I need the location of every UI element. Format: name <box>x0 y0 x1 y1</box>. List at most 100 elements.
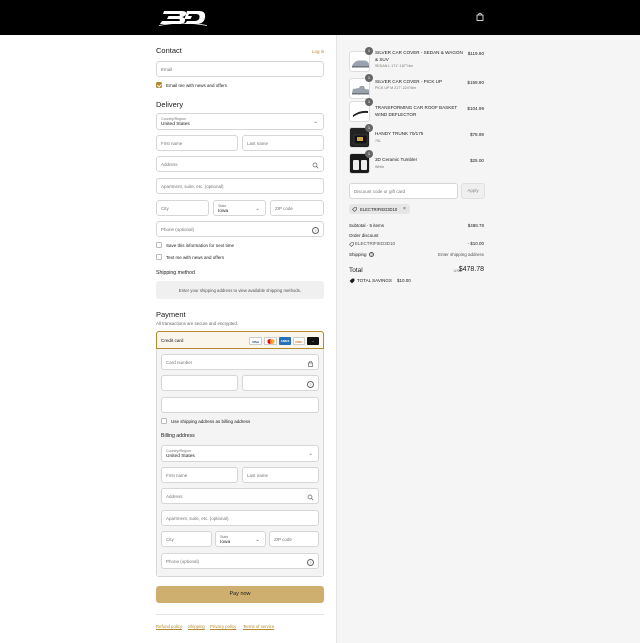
help-icon[interactable]: ? <box>307 558 314 566</box>
close-icon[interactable]: × <box>403 206 406 212</box>
billing-address-field[interactable]: Address <box>161 488 319 504</box>
qty-badge: 1 <box>365 124 373 132</box>
billing-country-select[interactable]: Country/Region United States ⌄ <box>161 445 319 462</box>
order-discount-code: ELECTRIFIED3D10 <box>355 241 396 246</box>
applied-code-chip: ELECTRIFIED3D10 × <box>349 204 410 214</box>
login-link[interactable]: Log in <box>312 49 324 54</box>
item-price: $119.90 <box>467 51 484 56</box>
item-variant: SEDAN L 171"-187"/4m <box>375 64 413 68</box>
name-on-card-field[interactable] <box>161 397 319 413</box>
qty-badge: 1 <box>365 47 373 55</box>
apartment-field[interactable]: Apartment, suite, etc. (optional) <box>156 178 324 194</box>
total-savings-value: $10.00 <box>397 278 411 283</box>
state-value: Iowa <box>218 209 229 214</box>
city-placeholder: City <box>161 206 169 211</box>
order-discount-label: Order discount <box>349 233 379 238</box>
billing-country-value: United States <box>166 454 195 459</box>
item-name: SILVER CAR COVER - SEDAN & WAGON & SUV <box>375 50 463 62</box>
state-select[interactable]: State Iowa ⌄ <box>213 200 266 216</box>
shipping-value: Enter shipping address <box>437 252 484 257</box>
applied-code-text: ELECTRIFIED3D10 <box>360 206 398 212</box>
chevron-down-icon: ⌄ <box>255 205 260 212</box>
billing-country-label: Country/Region <box>166 448 191 453</box>
save-info-checkbox[interactable] <box>156 242 162 248</box>
phone-field[interactable]: Phone (optional) ? <box>156 221 324 237</box>
more-cards-icon: ... <box>307 337 319 345</box>
tag-icon <box>349 278 355 284</box>
chevron-down-icon: ⌄ <box>255 536 260 543</box>
help-icon[interactable]: ? <box>307 380 314 388</box>
billing-city-field[interactable]: City <box>161 531 212 547</box>
billing-first-placeholder: First name <box>166 473 188 478</box>
last-name-field[interactable]: Last name <box>242 135 324 151</box>
card-number-field[interactable]: Card number <box>161 354 319 370</box>
credit-card-option[interactable]: Credit card VISA AMEX DISC ... <box>156 331 324 349</box>
help-icon[interactable]: ? <box>312 226 319 234</box>
address-field[interactable]: Address <box>156 156 324 172</box>
shipping-link[interactable]: Shipping <box>188 624 205 629</box>
billing-apartment-placeholder: Apartment, suite, etc. (optional) <box>166 516 229 521</box>
search-icon <box>312 162 319 169</box>
refund-policy-link[interactable]: Refund policy <box>156 624 182 629</box>
item-price: $25.00 <box>469 158 484 163</box>
billing-state-value: Iowa <box>220 540 231 545</box>
3d-logo[interactable] <box>158 8 208 27</box>
billing-first-name-field[interactable]: First name <box>161 467 238 483</box>
email-field[interactable]: Email <box>156 61 324 77</box>
visa-icon: VISA <box>249 337 262 345</box>
qty-badge: 1 <box>365 74 373 82</box>
billing-address-placeholder: Address <box>166 494 183 499</box>
last-name-placeholder: Last name <box>247 141 269 146</box>
email-placeholder: Email <box>161 67 173 72</box>
apartment-placeholder: Apartment, suite, etc. (optional) <box>161 184 224 189</box>
billing-heading: Billing address <box>161 433 195 439</box>
zip-field[interactable]: ZIP code <box>270 200 324 216</box>
apply-button[interactable]: Apply <box>461 183 485 199</box>
billing-zip-field[interactable]: ZIP code <box>269 531 319 547</box>
shopping-bag-icon[interactable] <box>476 12 484 21</box>
subtotal-label: Subtotal · 5 items <box>349 223 385 228</box>
subtotal-value: $488.78 <box>467 223 484 228</box>
item-name: SILVER CAR COVER - PICK UP <box>375 79 443 84</box>
city-field[interactable]: City <box>156 200 209 216</box>
total-savings-label: TOTAL SAVINGS <box>357 278 392 283</box>
billing-state-select[interactable]: State Iowa ⌄ <box>215 531 266 547</box>
discount-placeholder: Discount code or gift card <box>354 189 406 194</box>
text-news-checkbox[interactable] <box>156 254 162 260</box>
billing-last-placeholder: Last name <box>247 473 269 478</box>
billing-last-name-field[interactable]: Last name <box>242 467 319 483</box>
contact-heading: Contact <box>156 46 182 55</box>
email-news-checkbox[interactable] <box>156 82 162 88</box>
billing-city-placeholder: City <box>166 537 174 542</box>
privacy-policy-link[interactable]: Privacy policy <box>210 624 236 629</box>
discount-code-field[interactable]: Discount code or gift card <box>349 183 458 199</box>
email-news-label: Email me with news and offers <box>166 83 227 88</box>
help-icon[interactable]: ? <box>369 252 374 257</box>
country-select[interactable]: Country/Region United States ⌄ <box>156 113 324 130</box>
footer-divider <box>156 614 324 615</box>
item-name: TRANSFORMING CAR ROOF BASKET WIND DEFLEC… <box>375 105 458 117</box>
delivery-heading: Delivery <box>156 100 184 109</box>
item-variant: 70L <box>375 139 381 143</box>
billing-apartment-field[interactable]: Apartment, suite, etc. (optional) <box>161 510 319 526</box>
credit-card-label: Credit card <box>161 338 184 343</box>
expiry-field[interactable] <box>161 375 238 391</box>
discover-icon: DISC <box>293 337 305 345</box>
search-icon <box>307 494 314 501</box>
order-discount-value: - $10.00 <box>467 241 484 246</box>
item-variant: PICK UP M 217"-224"/6m <box>375 86 417 90</box>
terms-link[interactable]: Terms of service <box>243 624 274 629</box>
billing-phone-field[interactable]: Phone (optional) ? <box>161 553 319 569</box>
use-shipping-checkbox[interactable] <box>161 418 167 424</box>
item-name: 3D Ceramic Tumbler <box>375 157 418 162</box>
chevron-down-icon: ⌄ <box>308 450 313 457</box>
item-price: $159.90 <box>467 80 484 85</box>
payment-heading: Payment <box>156 310 186 319</box>
qty-badge: 1 <box>365 150 373 158</box>
total-label: Total <box>349 267 363 274</box>
total-value: $478.78 <box>458 266 484 273</box>
pay-now-button[interactable]: Pay now <box>156 586 324 603</box>
save-info-label: Save this information for next time <box>166 243 235 248</box>
security-code-field[interactable]: ? <box>242 375 319 391</box>
first-name-field[interactable]: First name <box>156 135 238 151</box>
